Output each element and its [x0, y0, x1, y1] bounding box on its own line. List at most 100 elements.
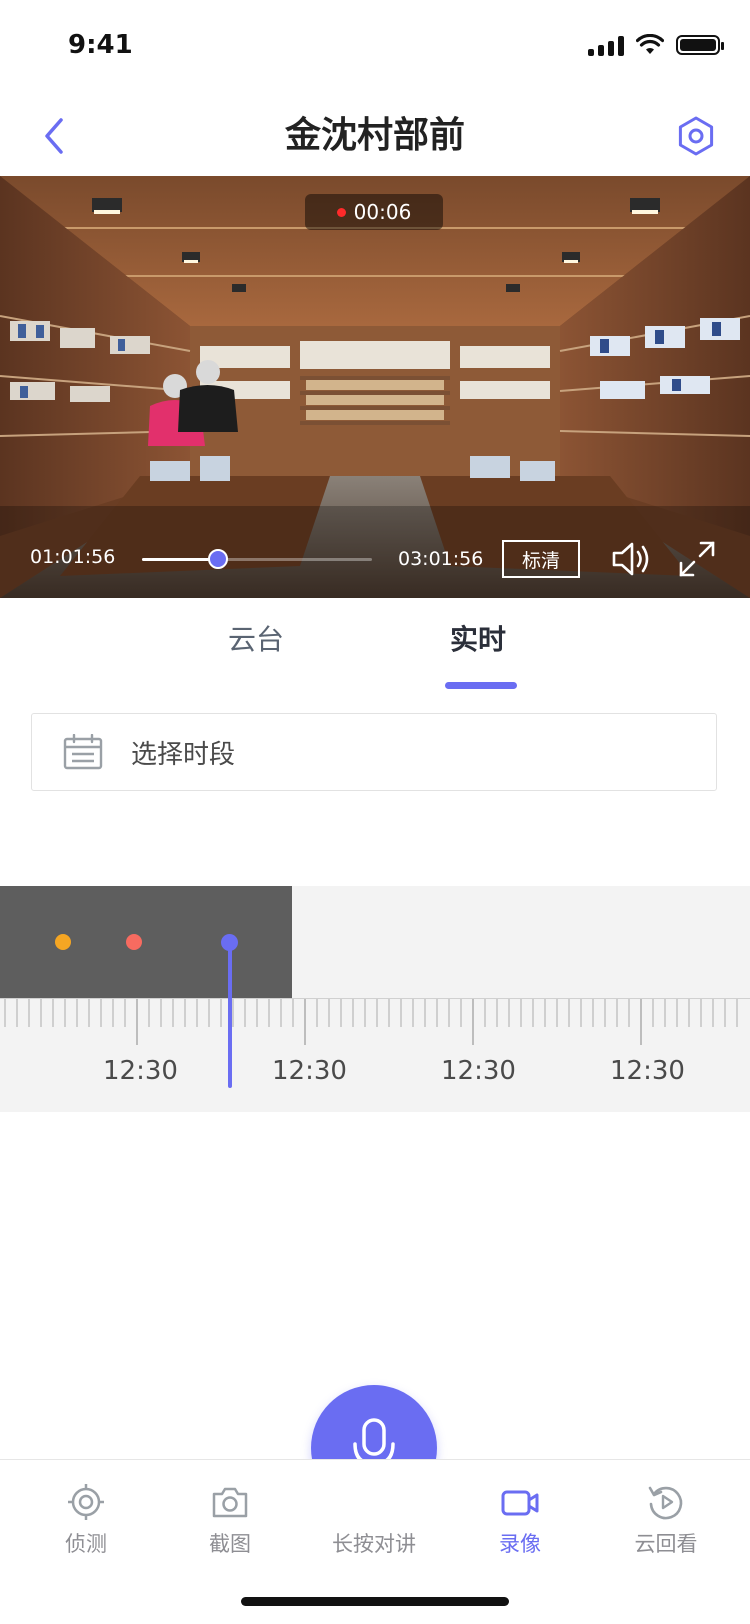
recorded-segment	[0, 886, 292, 999]
recording-dot-icon	[336, 207, 346, 217]
ruler-tick	[664, 999, 666, 1027]
tab-bar: 云台 实时	[0, 600, 750, 690]
ruler-tick	[52, 999, 54, 1027]
replay-icon	[648, 1486, 683, 1520]
ruler-tick	[556, 999, 558, 1027]
ruler-tick	[616, 999, 618, 1027]
ruler-tick	[604, 999, 606, 1027]
ruler-tick	[676, 999, 678, 1027]
target-icon	[68, 1484, 104, 1520]
ruler-tick	[28, 999, 30, 1027]
progress-fill	[142, 558, 218, 561]
time-ruler	[0, 998, 750, 1045]
live-camera-feed	[0, 176, 750, 598]
tab-live[interactable]: 实时	[450, 618, 506, 658]
ruler-tick	[244, 999, 246, 1027]
ruler-tick	[184, 999, 186, 1027]
active-tab-indicator	[445, 682, 517, 689]
ruler-tick	[196, 999, 198, 1027]
tab-cloud-platform[interactable]: 云台	[228, 618, 284, 658]
ruler-tick	[328, 999, 330, 1027]
detect-button[interactable]: 侦测	[36, 1482, 136, 1558]
select-period-field[interactable]: 选择时段	[31, 713, 717, 791]
event-marker[interactable]	[126, 934, 142, 950]
volume-icon	[612, 542, 649, 576]
ruler-tick	[220, 999, 222, 1027]
ruler-label: 12:30	[272, 1056, 347, 1086]
detect-label: 侦测	[65, 1532, 107, 1556]
progress-slider[interactable]	[142, 549, 372, 569]
ruler-tick	[16, 999, 18, 1027]
screenshot-label: 截图	[209, 1532, 251, 1556]
fullscreen-button[interactable]	[676, 538, 718, 580]
ruler-tick	[412, 999, 414, 1027]
ruler-tick	[568, 999, 570, 1027]
recording-badge: 00:06	[305, 194, 443, 230]
record-label: 录像	[499, 1532, 541, 1556]
ruler-tick	[532, 999, 534, 1027]
ruler-tick	[40, 999, 42, 1027]
ruler-tick	[424, 999, 426, 1027]
cloud-playback-button[interactable]: 云回看	[616, 1482, 716, 1558]
ruler-tick	[100, 999, 102, 1027]
ruler-tick	[436, 999, 438, 1027]
header: 金沈村部前	[0, 96, 750, 176]
talk-item[interactable]: 长按对讲	[314, 1482, 434, 1558]
status-bar: 9:41	[0, 0, 750, 96]
ruler-label: 12:30	[441, 1056, 516, 1086]
ruler-tick	[736, 999, 738, 1027]
ruler-tick	[496, 999, 498, 1027]
ruler-tick	[712, 999, 714, 1027]
ruler-tick	[688, 999, 690, 1027]
quality-button[interactable]: 标清	[502, 540, 580, 578]
video-player[interactable]: 00:06 01:01:56 03:01:56 标清	[0, 176, 750, 598]
status-icons	[588, 34, 724, 56]
progress-thumb[interactable]	[207, 549, 228, 569]
ruler-tick	[472, 999, 474, 1045]
ruler-tick	[4, 999, 6, 1027]
ruler-tick	[544, 999, 546, 1027]
timeline[interactable]: 12:30 12:30 12:30 12:30	[0, 886, 750, 1112]
ruler-tick	[388, 999, 390, 1027]
video-camera-icon	[501, 1490, 539, 1516]
ruler-tick	[160, 999, 162, 1027]
ruler-tick	[640, 999, 642, 1045]
ruler-tick	[724, 999, 726, 1027]
calendar-icon	[63, 734, 103, 770]
current-time: 01:01:56	[30, 546, 116, 568]
ruler-tick	[76, 999, 78, 1027]
ruler-tick	[136, 999, 138, 1045]
ruler-tick	[460, 999, 462, 1027]
ruler-tick	[400, 999, 402, 1027]
ruler-tick	[88, 999, 90, 1027]
ruler-tick	[352, 999, 354, 1027]
settings-button[interactable]	[666, 106, 726, 166]
ruler-tick	[268, 999, 270, 1027]
ruler-tick	[592, 999, 594, 1027]
ruler-label: 12:30	[610, 1056, 685, 1086]
event-marker[interactable]	[55, 934, 71, 950]
cellular-signal-icon	[588, 34, 624, 56]
ruler-tick	[484, 999, 486, 1027]
screenshot-button[interactable]: 截图	[180, 1482, 280, 1558]
playhead-marker[interactable]	[221, 934, 238, 951]
volume-button[interactable]	[608, 536, 654, 582]
ruler-tick	[124, 999, 126, 1027]
ruler-tick	[304, 999, 306, 1045]
fullscreen-icon	[679, 541, 715, 577]
camera-icon	[212, 1487, 248, 1518]
ruler-tick	[652, 999, 654, 1027]
ruler-tick	[208, 999, 210, 1027]
record-button[interactable]: 录像	[470, 1482, 570, 1558]
ruler-tick	[520, 999, 522, 1027]
ruler-tick	[292, 999, 294, 1027]
page-title: 金沈村部前	[284, 115, 465, 156]
ruler-tick	[112, 999, 114, 1027]
ruler-tick	[172, 999, 174, 1027]
ruler-tick	[700, 999, 702, 1027]
ruler-label: 12:30	[103, 1056, 178, 1086]
playhead-line[interactable]	[228, 942, 232, 1088]
home-indicator	[241, 1597, 509, 1606]
ruler-tick	[316, 999, 318, 1027]
ruler-tick	[628, 999, 630, 1027]
